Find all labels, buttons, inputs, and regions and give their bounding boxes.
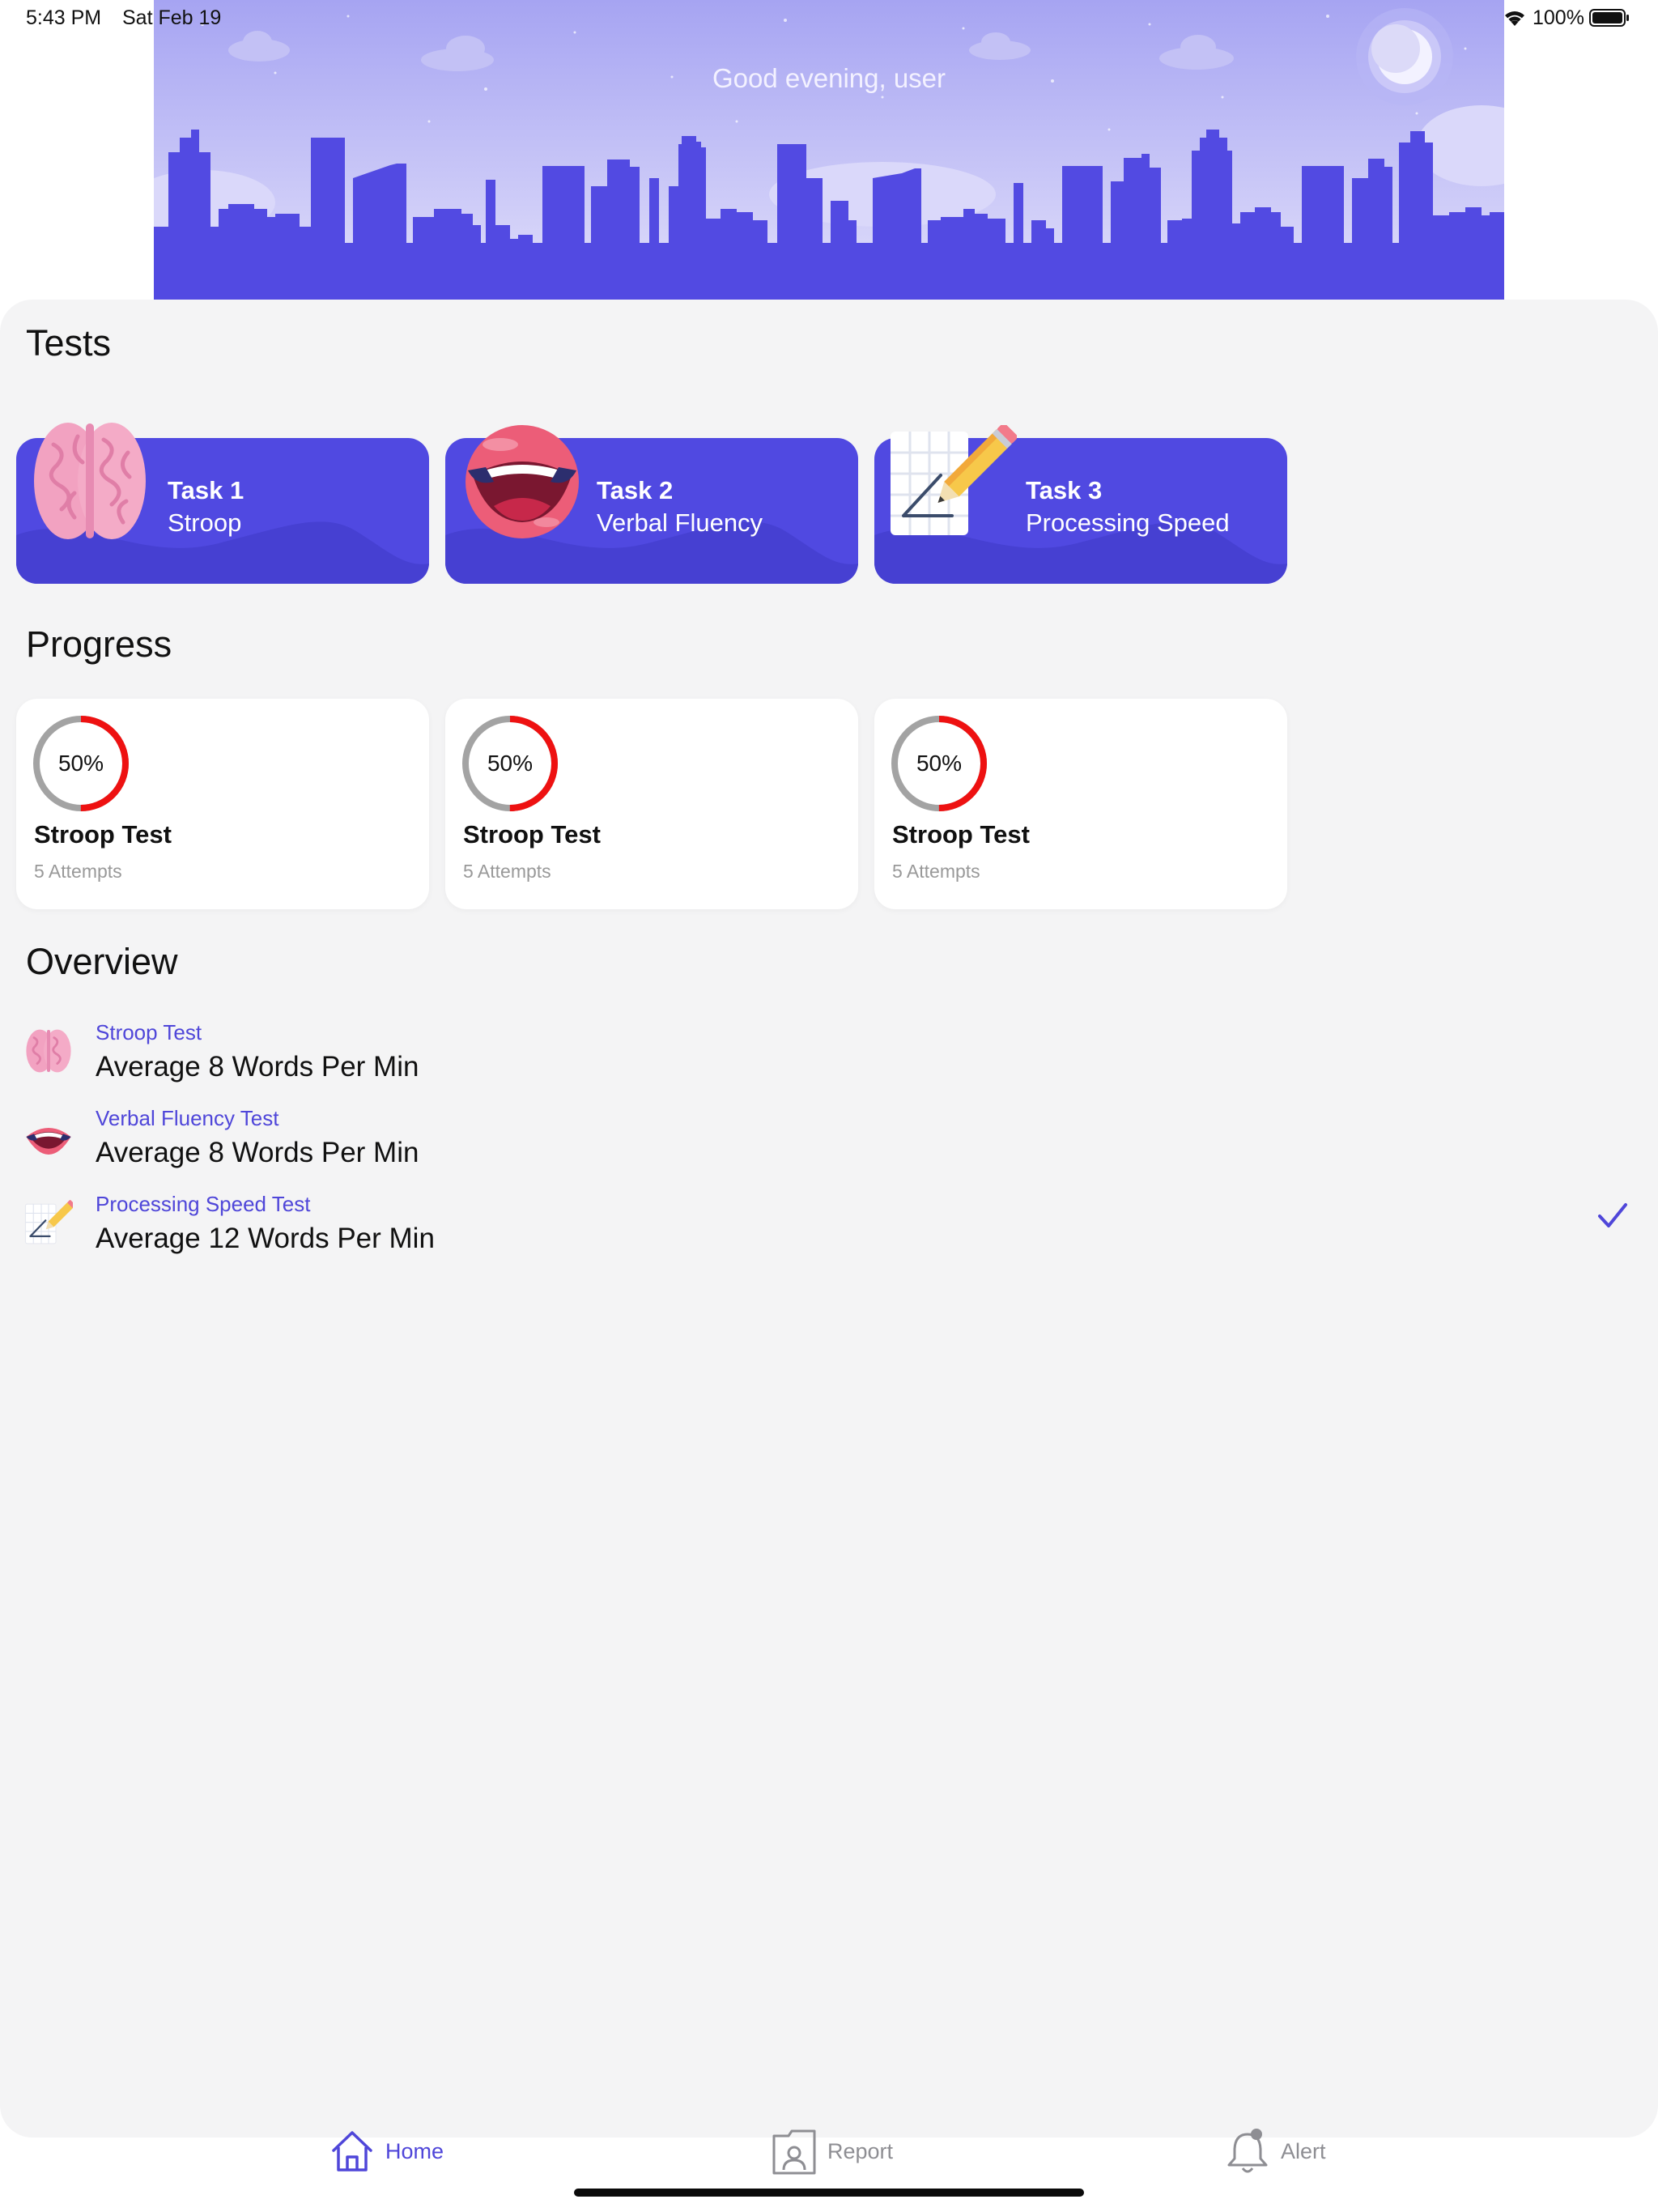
task-subtitle: Processing Speed [1026,508,1230,537]
task-card-1[interactable]: Task 1 Stroop [16,423,429,584]
task-subtitle: Stroop [168,508,242,537]
progress-attempts: 5 Attempts [463,861,551,882]
task-title: Task 2 [597,476,674,504]
overview-item[interactable]: Verbal Fluency Test Average 8 Words Per … [0,1106,1658,1187]
status-date: Sat Feb 19 [122,6,222,29]
greeting-text: Good evening, user [712,63,946,93]
mouth-icon [466,425,579,538]
overview-value: Average 8 Words Per Min [96,1051,419,1083]
task-title: Task 3 [1026,476,1103,504]
home-icon [332,2131,372,2172]
overview-category: Stroop Test [96,1020,202,1044]
task-title: Task 1 [168,476,244,504]
task-card-2[interactable]: Task 2 Verbal Fluency [445,425,858,584]
progress-percent: 50% [57,751,104,776]
battery-percent: 100% [1533,6,1584,29]
overview-value: Average 8 Words Per Min [96,1137,419,1168]
tests-title: Tests [26,322,112,364]
wifi-icon [1505,11,1524,26]
tab-home[interactable]: Home [329,2123,444,2180]
tab-report[interactable]: Report [771,2123,893,2180]
tab-label: Report [827,2138,894,2163]
main-content: Tests Task 1 Stroop Task 2 Verbal Fluenc… [0,300,1658,2138]
tab-label: Alert [1281,2138,1326,2163]
progress-card[interactable]: 50% Stroop Test 5 Attempts [445,699,858,909]
header-illustration: Good evening, user [154,0,1504,300]
overview-value: Average 12 Words Per Min [96,1223,435,1254]
overview-category: Processing Speed Test [96,1192,311,1216]
progress-attempts: 5 Attempts [892,861,980,882]
progress-card[interactable]: 50% Stroop Test 5 Attempts [874,699,1287,909]
task-card-3[interactable]: Task 3 Processing Speed [874,425,1287,584]
overview-category: Verbal Fluency Test [96,1106,279,1130]
bell-icon [1227,2129,1268,2173]
status-time: 5:43 PM [26,6,102,29]
progress-percent: 50% [487,751,534,776]
notepad-pencil-icon [24,1200,73,1244]
notepad-pencil-icon [891,425,1017,535]
task-subtitle: Verbal Fluency [597,508,763,537]
progress-attempts: 5 Attempts [34,861,122,882]
battery-icon [1589,9,1629,27]
brain-icon [26,1029,71,1073]
progress-card[interactable]: 50% Stroop Test 5 Attempts [16,699,429,909]
progress-percent: 50% [916,751,963,776]
progress-test-name: Stroop Test [892,820,1030,849]
overview-title: Overview [26,941,178,982]
mouth-icon [26,1128,71,1155]
report-icon [772,2129,816,2175]
progress-test-name: Stroop Test [463,820,601,849]
tab-label: Home [385,2138,444,2163]
home-indicator[interactable] [574,2189,1084,2197]
brain-icon [34,423,146,539]
overview-item[interactable]: Stroop Test Average 8 Words Per Min [0,1020,1658,1101]
progress-title: Progress [26,623,172,665]
status-bar: 5:43 PM Sat Feb 19 100% [0,0,1658,39]
tab-alert[interactable]: Alert [1224,2123,1326,2180]
overview-item[interactable]: Processing Speed Test Average 12 Words P… [0,1192,1658,1273]
progress-test-name: Stroop Test [34,820,172,849]
checkmark-icon [1598,1203,1627,1227]
